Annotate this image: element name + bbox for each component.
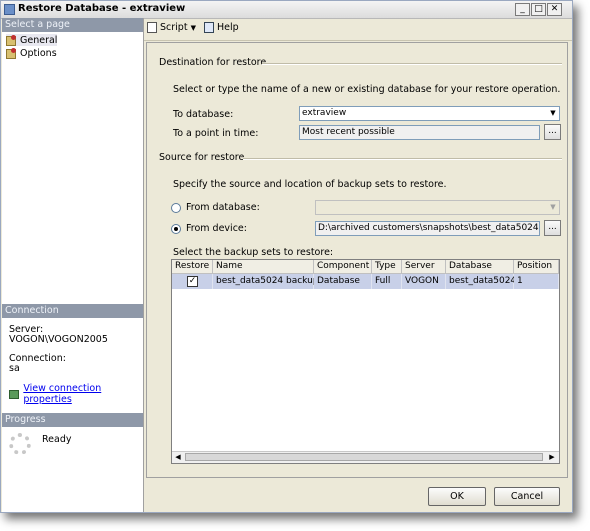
- chevron-down-icon[interactable]: ▼: [547, 107, 559, 120]
- chevron-down-icon: ▼: [547, 201, 559, 214]
- point-in-time-field: Most recent possible: [299, 125, 540, 140]
- sidebar-item-options[interactable]: Options: [6, 47, 57, 59]
- restore-cell: ✓: [172, 274, 213, 289]
- server-cell: VOGON: [402, 274, 446, 289]
- from-device-field: D:\archived customers\snapshots\best_dat…: [315, 221, 540, 236]
- main-panel: Script ▼ Help Destination for restore Se…: [144, 18, 572, 512]
- column-header-type[interactable]: Type: [372, 260, 402, 274]
- sidebar-item-general[interactable]: General: [6, 34, 58, 46]
- script-icon: [147, 22, 157, 33]
- destination-header: Destination for restore: [159, 57, 267, 68]
- window-title: Restore Database - extraview: [18, 3, 186, 14]
- column-header-server[interactable]: Server: [402, 260, 446, 274]
- help-label: Help: [217, 22, 239, 33]
- help-button[interactable]: Help: [204, 22, 239, 33]
- position-cell: 1: [514, 274, 559, 289]
- script-button[interactable]: Script ▼: [147, 22, 196, 33]
- restore-checkbox[interactable]: ✓: [187, 276, 198, 287]
- progress-spinner-icon: [9, 433, 31, 455]
- backup-sets-label: Select the backup sets to restore:: [173, 247, 334, 258]
- source-description: Specify the source and location of backu…: [173, 179, 447, 190]
- divider: [243, 158, 562, 160]
- page-icon: [6, 35, 17, 46]
- chevron-down-icon: ▼: [190, 23, 196, 32]
- server-value: VOGON\VOGON2005: [9, 334, 108, 345]
- progress-status: Ready: [42, 434, 72, 445]
- column-header-position[interactable]: Position: [514, 260, 559, 274]
- script-label: Script: [160, 22, 188, 33]
- left-panel: Select a page General Options Connection…: [2, 18, 144, 512]
- sidebar-item-label: Options: [20, 47, 57, 59]
- minimize-button[interactable]: _: [515, 3, 530, 16]
- column-header-component[interactable]: Component: [314, 260, 372, 274]
- sidebar-item-label: General: [20, 34, 58, 46]
- scrollbar-thumb[interactable]: [185, 453, 543, 461]
- destination-description: Select or type the name of a new or exis…: [173, 84, 561, 95]
- backup-sets-grid[interactable]: Restore Name Component Type Server Datab…: [171, 259, 560, 464]
- properties-icon: [9, 389, 20, 399]
- to-database-label: To database:: [173, 109, 234, 120]
- from-database-label: From database:: [186, 202, 260, 213]
- source-header: Source for restore: [159, 152, 245, 163]
- from-device-value: D:\archived customers\snapshots\best_dat…: [318, 223, 540, 233]
- to-database-value: extraview: [302, 108, 347, 118]
- close-button[interactable]: ✕: [547, 3, 562, 16]
- toolbar: Script ▼ Help: [144, 18, 572, 41]
- restore-database-window: Restore Database - extraview _ □ ✕ Selec…: [0, 0, 573, 513]
- progress-header: Progress: [2, 413, 143, 427]
- from-device-label: From device:: [186, 223, 247, 234]
- column-header-name[interactable]: Name: [213, 260, 314, 274]
- from-device-browse-button[interactable]: ...: [544, 220, 561, 236]
- horizontal-scrollbar[interactable]: ◀ ▶: [172, 451, 559, 463]
- cancel-button[interactable]: Cancel: [494, 487, 560, 506]
- database-cell: best_data5024: [446, 274, 516, 289]
- connection-value: sa: [9, 363, 20, 374]
- from-database-radio[interactable]: [171, 203, 181, 213]
- title-bar[interactable]: Restore Database - extraview _ □ ✕: [1, 1, 572, 19]
- column-header-database[interactable]: Database: [446, 260, 514, 274]
- divider: [262, 63, 562, 65]
- from-database-combobox[interactable]: ▼: [315, 200, 560, 215]
- select-page-header: Select a page: [2, 18, 143, 32]
- help-icon: [204, 22, 214, 33]
- column-header-restore[interactable]: Restore: [172, 260, 213, 274]
- database-icon: [4, 4, 15, 15]
- name-cell: best_data5024 backup: [213, 274, 319, 289]
- to-database-combobox[interactable]: extraview ▼: [299, 106, 560, 121]
- point-in-time-value: Most recent possible: [302, 127, 395, 137]
- component-cell: Database: [314, 274, 372, 289]
- scroll-left-icon[interactable]: ◀: [173, 453, 183, 461]
- point-in-time-label: To a point in time:: [173, 128, 259, 139]
- view-connection-properties-link[interactable]: View connection properties: [23, 383, 143, 405]
- connection-header: Connection: [2, 304, 143, 318]
- view-connection-properties[interactable]: View connection properties: [9, 383, 143, 405]
- maximize-button[interactable]: □: [531, 3, 546, 16]
- ok-button[interactable]: OK: [428, 487, 486, 506]
- type-cell: Full: [372, 274, 402, 289]
- from-device-radio[interactable]: [171, 224, 181, 234]
- page-icon: [6, 48, 17, 59]
- point-in-time-browse-button[interactable]: ...: [544, 124, 561, 140]
- scroll-right-icon[interactable]: ▶: [547, 453, 557, 461]
- general-page-content: Destination for restore Select or type t…: [146, 42, 568, 478]
